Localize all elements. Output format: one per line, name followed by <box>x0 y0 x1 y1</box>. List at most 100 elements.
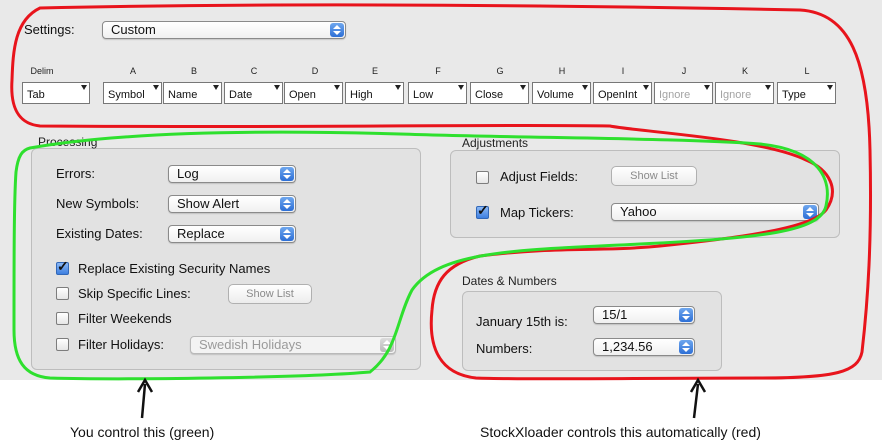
column-header-a: A <box>129 66 136 76</box>
column-field-value: OpenInt <box>598 89 638 101</box>
settings-label: Settings: <box>24 22 75 37</box>
dropdown-arrow-icon <box>643 85 649 90</box>
column-field-value: Name <box>168 89 198 101</box>
dates-numbers-title: Dates & Numbers <box>462 274 557 288</box>
column-header-h: H <box>558 66 566 76</box>
january-popup[interactable]: 15/1 <box>593 306 695 324</box>
map-tickers-checkbox[interactable]: ✓ <box>476 202 489 219</box>
column-header-k: K <box>741 66 748 76</box>
column-field-h[interactable]: Volume <box>532 82 591 104</box>
dropdown-arrow-icon <box>81 85 87 90</box>
column-field-g[interactable]: Close <box>470 82 529 104</box>
popup-stepper-icon <box>380 338 394 352</box>
dropdown-arrow-icon <box>520 85 526 90</box>
column-field-f[interactable]: Low <box>408 82 467 104</box>
popup-stepper-icon <box>280 197 294 211</box>
popup-stepper-icon <box>330 23 344 37</box>
processing-title: Processing <box>38 135 98 149</box>
column-header-delim: Delim <box>30 66 54 76</box>
column-header-d: D <box>311 66 319 76</box>
january-popup-value: 15/1 <box>602 307 628 322</box>
column-header-i: I <box>621 66 625 76</box>
replace-names-label: Replace Existing Security Names <box>78 261 271 276</box>
skip-lines-show-list-button[interactable]: Show List <box>228 284 312 304</box>
column-field-value: Type <box>782 89 806 101</box>
column-field-d[interactable]: Open <box>284 82 343 104</box>
errors-popup-value: Log <box>177 166 199 181</box>
new-symbols-popup-value: Show Alert <box>177 196 240 211</box>
column-header-f: F <box>435 66 441 76</box>
adjust-fields-label: Adjust Fields: <box>500 169 579 184</box>
january-label: January 15th is: <box>476 314 568 329</box>
column-header-e: E <box>371 66 378 76</box>
arrow-up-icon <box>689 377 707 419</box>
column-field-e[interactable]: High <box>345 82 404 104</box>
existing-dates-label: Existing Dates: <box>56 226 143 241</box>
dropdown-arrow-icon <box>704 85 710 90</box>
column-field-value: Date <box>229 89 253 101</box>
errors-popup[interactable]: Log <box>168 165 296 183</box>
map-tickers-popup[interactable]: Yahoo <box>611 203 819 221</box>
dropdown-arrow-icon <box>395 85 401 90</box>
replace-names-checkbox[interactable]: ✓ <box>56 258 69 275</box>
column-field-value: Open <box>289 89 316 101</box>
dropdown-arrow-icon <box>458 85 464 90</box>
existing-dates-popup[interactable]: Replace <box>168 225 296 243</box>
settings-popup-value: Custom <box>111 22 156 37</box>
numbers-popup[interactable]: 1,234.56 <box>593 338 695 356</box>
holidays-popup-value: Swedish Holidays <box>199 337 302 352</box>
numbers-popup-value: 1,234.56 <box>602 339 653 354</box>
column-field-b[interactable]: Name <box>163 82 222 104</box>
column-field-j[interactable]: Ignore <box>654 82 713 104</box>
dropdown-arrow-icon <box>827 85 833 90</box>
dropdown-arrow-icon <box>274 85 280 90</box>
holidays-popup[interactable]: Swedish Holidays <box>190 336 396 354</box>
popup-stepper-icon <box>679 340 693 354</box>
skip-lines-checkbox[interactable] <box>56 287 69 300</box>
column-header-b: B <box>190 66 197 76</box>
map-tickers-label: Map Tickers: <box>500 205 574 220</box>
column-field-value: Low <box>413 89 434 101</box>
column-field-value: Tab <box>27 89 45 101</box>
column-field-c[interactable]: Date <box>224 82 283 104</box>
red-caption: StockXloader controls this automatically… <box>480 424 761 440</box>
map-tickers-popup-value: Yahoo <box>620 204 657 219</box>
dropdown-arrow-icon <box>153 85 159 90</box>
column-header-j: J <box>681 66 687 76</box>
arrow-up-icon <box>136 377 154 419</box>
popup-stepper-icon <box>280 167 294 181</box>
column-field-value: High <box>350 89 373 101</box>
existing-dates-popup-value: Replace <box>177 226 225 241</box>
column-field-value: Volume <box>537 89 574 101</box>
numbers-label: Numbers: <box>476 341 533 356</box>
column-field-value: Symbol <box>108 89 145 101</box>
dropdown-arrow-icon <box>334 85 340 90</box>
filter-holidays-checkbox[interactable] <box>56 338 69 351</box>
adjust-fields-checkbox[interactable] <box>476 171 489 184</box>
filter-weekends-label: Filter Weekends <box>78 311 172 326</box>
checkmark-icon: ✓ <box>477 202 489 218</box>
column-field-k[interactable]: Ignore <box>715 82 774 104</box>
column-field-value: Ignore <box>720 89 752 101</box>
filter-weekends-checkbox[interactable] <box>56 312 69 325</box>
dates-numbers-group <box>462 291 722 371</box>
dropdown-arrow-icon <box>765 85 771 90</box>
checkmark-icon: ✓ <box>57 258 69 274</box>
dropdown-arrow-icon <box>213 85 219 90</box>
column-field-i[interactable]: OpenInt <box>593 82 652 104</box>
column-field-delim[interactable]: Tab <box>22 82 90 104</box>
column-field-value: Ignore <box>659 89 691 101</box>
filter-holidays-label: Filter Holidays: <box>78 337 164 352</box>
errors-label: Errors: <box>56 166 95 181</box>
skip-lines-label: Skip Specific Lines: <box>78 286 191 301</box>
adjust-fields-show-list-button[interactable]: Show List <box>611 166 697 186</box>
column-field-a[interactable]: Symbol <box>103 82 162 104</box>
column-header-l: L <box>804 66 810 76</box>
adjustments-group <box>450 150 840 238</box>
dropdown-arrow-icon <box>582 85 588 90</box>
popup-stepper-icon <box>803 205 817 219</box>
green-caption: You control this (green) <box>70 424 215 440</box>
new-symbols-popup[interactable]: Show Alert <box>168 195 296 213</box>
settings-popup[interactable]: Custom <box>102 21 346 39</box>
column-field-l[interactable]: Type <box>777 82 836 104</box>
